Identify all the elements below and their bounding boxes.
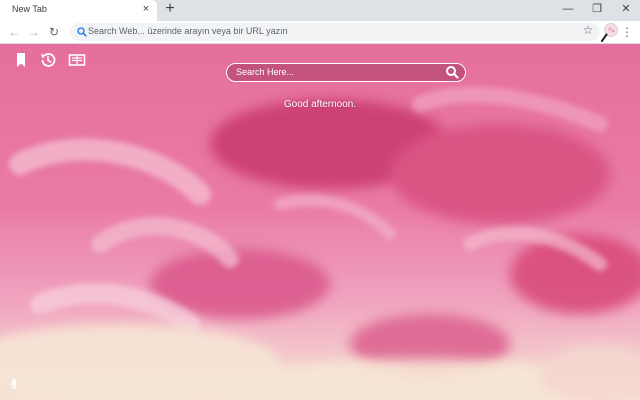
bookmark-icon[interactable] (11, 50, 31, 70)
tab-strip: New Tab × + — ❐ ✕ (0, 0, 640, 21)
browser-menu-icon[interactable]: ⋮ (621, 22, 633, 42)
restore-button[interactable]: ❐ (583, 0, 611, 18)
browser-toolbar: ← → ↻ Search Web... üzerinde arayın veya… (0, 21, 640, 44)
new-tab-button[interactable]: + (162, 1, 178, 17)
minimize-button[interactable]: — (554, 0, 582, 18)
search-icon[interactable] (445, 65, 460, 79)
address-bar[interactable]: Search Web... üzerinde arayın veya bir U… (70, 23, 600, 41)
back-button[interactable]: ← (5, 23, 23, 41)
magnifier-extension-icon[interactable] (600, 22, 620, 42)
search-icon (77, 27, 87, 37)
forward-button[interactable]: → (25, 23, 43, 41)
reload-button[interactable]: ↻ (45, 23, 63, 41)
settings-icon[interactable] (8, 376, 22, 390)
bookmark-star-icon[interactable]: ☆ (580, 21, 596, 39)
close-tab-icon[interactable]: × (140, 3, 152, 15)
close-window-button[interactable]: ✕ (612, 0, 640, 18)
history-icon[interactable] (38, 50, 58, 70)
new-tab-page: Good afternoon. (0, 44, 640, 400)
page-search-input[interactable] (236, 65, 436, 79)
greeting-text: Good afternoon. (283, 99, 357, 110)
tab-title: New Tab (12, 4, 47, 14)
apps-icon[interactable] (67, 50, 87, 70)
page-search-box (226, 63, 466, 82)
tab-new-tab[interactable]: New Tab × (0, 0, 157, 21)
pink-watercolor-background (0, 44, 640, 400)
address-bar-placeholder: Search Web... üzerinde arayın veya bir U… (88, 26, 288, 36)
